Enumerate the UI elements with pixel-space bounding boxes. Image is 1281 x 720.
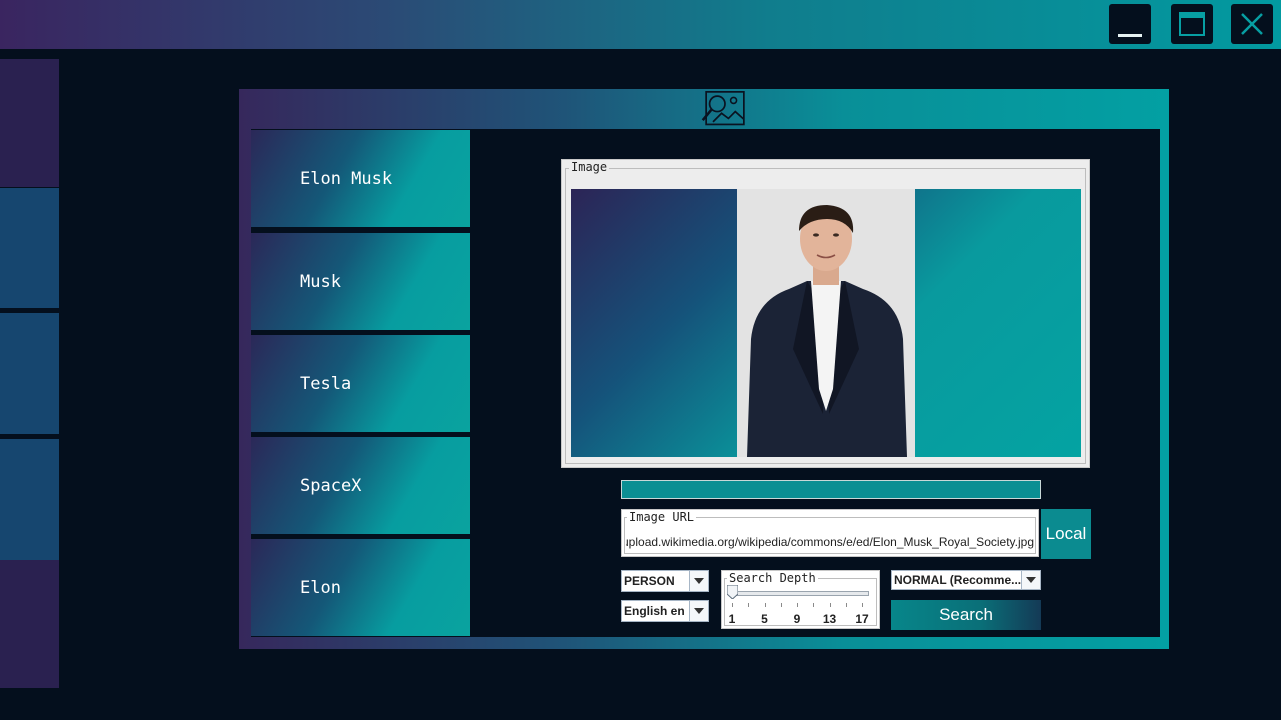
language-value: English en: [624, 604, 685, 618]
sidebar-item-musk[interactable]: Musk: [251, 233, 470, 330]
slider-tick-label: 17: [855, 612, 869, 626]
sidebar-item-label: Tesla: [300, 373, 352, 394]
sidebar-item-spacex[interactable]: SpaceX: [251, 437, 470, 534]
chevron-down-icon[interactable]: [689, 571, 708, 591]
slider-tick-label: 1: [728, 612, 736, 626]
side-strip-tile: [0, 188, 59, 308]
entity-type-value: PERSON: [624, 574, 675, 588]
close-icon: [1241, 13, 1263, 35]
maximize-button[interactable]: [1171, 4, 1213, 44]
search-depth-label: Search Depth: [727, 571, 818, 585]
side-strip-tile: [0, 560, 59, 688]
mode-select[interactable]: NORMAL (Recomme...: [891, 570, 1041, 590]
language-select[interactable]: English en: [621, 600, 709, 622]
search-depth-slider-panel: Search Depth 1 5 9 13 17: [721, 570, 880, 629]
slider-tick: [862, 603, 863, 607]
maximize-icon: [1179, 12, 1205, 36]
slider-tick: [845, 603, 847, 607]
slider-tick: [764, 603, 766, 607]
slider-tick: [732, 603, 733, 607]
chevron-down-icon[interactable]: [689, 601, 708, 621]
progress-bar: [621, 480, 1041, 499]
side-strip-tile: [0, 439, 59, 560]
entity-type-select[interactable]: PERSON: [621, 570, 709, 592]
image-panel-title: Image: [569, 160, 610, 174]
sidebar-item-label: Musk: [300, 271, 341, 292]
image-search-logo-icon: [701, 91, 745, 126]
slider-tick: [748, 603, 750, 607]
sidebar-item-elon[interactable]: Elon: [251, 539, 470, 636]
slider-track[interactable]: [730, 591, 869, 596]
minimize-icon: [1118, 34, 1142, 37]
minimize-button[interactable]: [1109, 4, 1151, 44]
mode-value: NORMAL (Recomme...: [894, 573, 1021, 587]
title-bar: [0, 0, 1281, 49]
sidebar-item-label: SpaceX: [300, 475, 362, 496]
main-frame: Elon Musk Musk Tesla SpaceX Elon Image I…: [239, 89, 1169, 649]
sidebar-item-tesla[interactable]: Tesla: [251, 335, 470, 432]
search-button[interactable]: Search: [891, 600, 1041, 630]
person-photo: [737, 189, 915, 457]
image-preview: [571, 189, 1081, 457]
image-url-field[interactable]: Image URL https://upload.wikimedia.org/w…: [621, 509, 1039, 557]
sidebar-item-elon-musk[interactable]: Elon Musk: [251, 130, 470, 227]
slider-tick-label: 5: [761, 612, 768, 626]
chevron-down-icon[interactable]: [1021, 571, 1040, 589]
slider-tick: [813, 603, 815, 607]
image-url-input[interactable]: https://upload.wikimedia.org/wikipedia/c…: [626, 535, 1034, 551]
local-button[interactable]: Local: [1041, 509, 1091, 559]
slider-tick-label: 13: [822, 612, 837, 626]
sidebar-item-label: Elon Musk: [300, 168, 393, 189]
side-strip-tile: [0, 313, 59, 434]
side-strip-tile: [0, 59, 59, 187]
sidebar-item-label: Elon: [300, 577, 341, 598]
content-area: Elon Musk Musk Tesla SpaceX Elon Image I…: [251, 129, 1160, 637]
close-button[interactable]: [1231, 4, 1273, 44]
slider-tick: [829, 603, 831, 607]
slider-thumb[interactable]: [727, 585, 738, 599]
image-panel: Image: [561, 159, 1090, 468]
slider-tick: [780, 603, 782, 607]
slider-tick-label: 9: [793, 612, 801, 626]
slider-tick: [797, 603, 798, 607]
image-url-label: Image URL: [627, 510, 697, 524]
